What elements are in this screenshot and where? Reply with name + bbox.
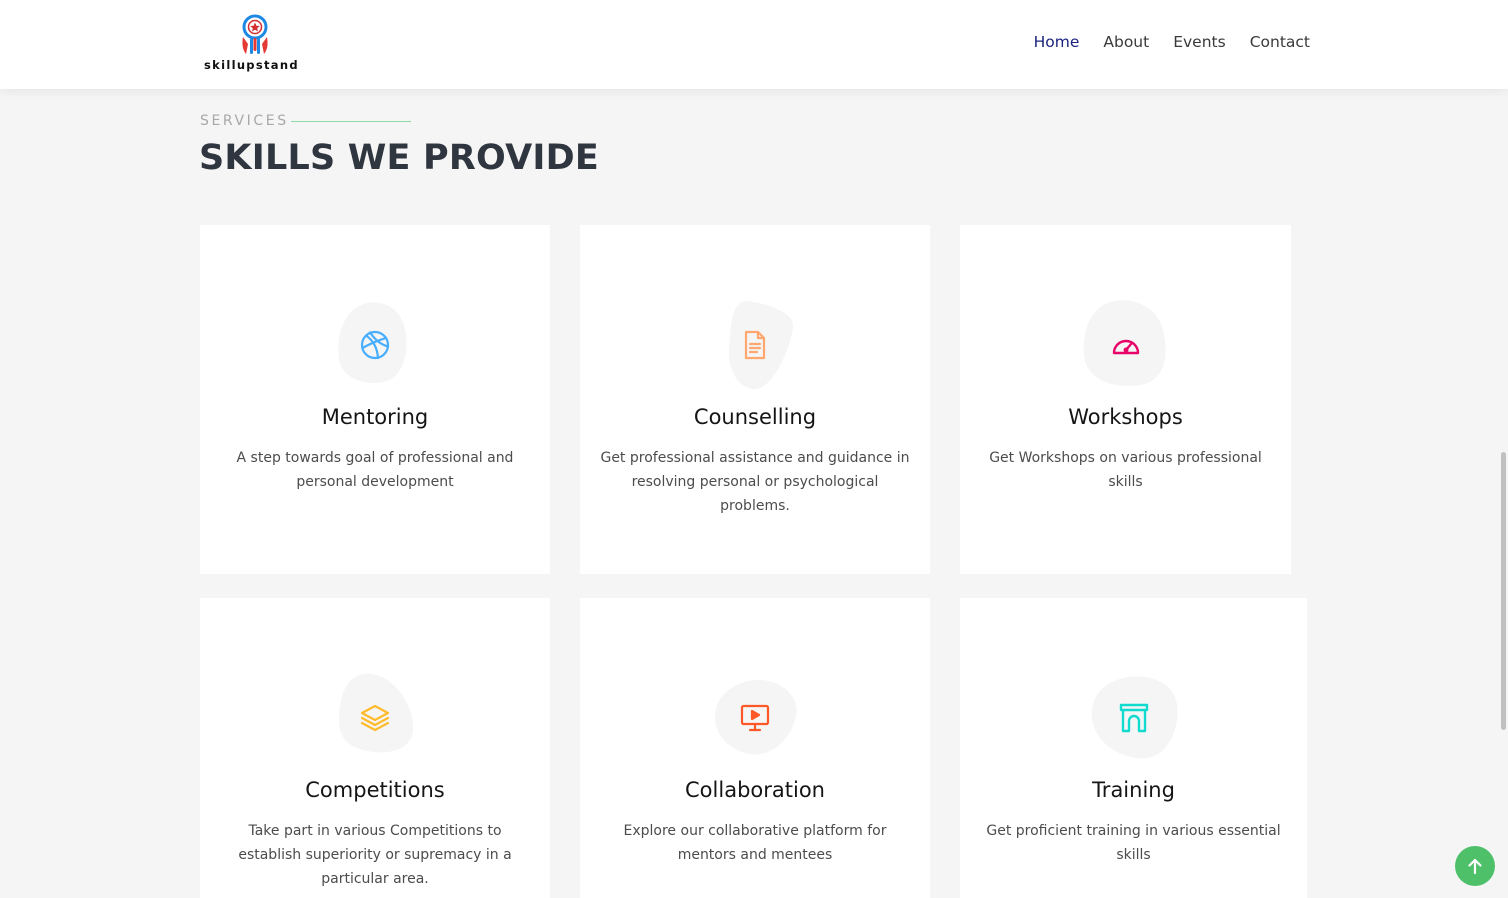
card-description: Get proficient training in various essen… [986, 823, 1281, 863]
service-card-workshops[interactable]: Workshops Get Workshops on various profe… [960, 225, 1291, 574]
nav-home[interactable]: Home [1034, 33, 1080, 51]
rocket-logo-icon [242, 14, 268, 54]
page-scrollbar[interactable] [1500, 0, 1508, 890]
icon-wrap [327, 297, 423, 393]
main-nav: Home About Events Contact [1010, 33, 1310, 51]
nav-contact[interactable]: Contact [1250, 33, 1310, 51]
card-title: Competitions [305, 778, 445, 802]
presentation-icon [740, 704, 770, 732]
icon-wrap [327, 670, 423, 766]
card-description: Get Workshops on various professional sk… [989, 450, 1262, 490]
card-title: Mentoring [321, 405, 429, 429]
layers-icon [360, 704, 390, 732]
card-title: Workshops [1068, 405, 1183, 429]
card-title: Training [1092, 778, 1175, 802]
card-description: A step towards goal of professional and … [236, 450, 514, 490]
arrow-up-icon [1468, 858, 1482, 875]
card-description: Explore our collaborative platform for m… [623, 823, 887, 863]
icon-wrap [1086, 670, 1182, 766]
card-description: Take part in various Competitions to est… [238, 823, 512, 887]
service-card-counselling[interactable]: Counselling Get professional assistance … [580, 225, 930, 574]
logo-text: skillupstand [204, 58, 299, 72]
back-to-top-button[interactable] [1455, 846, 1495, 886]
scrollbar-thumb[interactable] [1501, 452, 1506, 730]
card-description: Get professional assistance and guidance… [600, 450, 910, 514]
speedometer-icon [1112, 339, 1139, 355]
arch-icon [1119, 703, 1148, 733]
service-card-training[interactable]: Training Get proficient training in vari… [960, 598, 1307, 898]
site-logo[interactable]: skillupstand [203, 14, 307, 74]
basketball-icon [360, 330, 390, 360]
section-title: SKILLS WE PROVIDE [199, 138, 599, 178]
nav-about[interactable]: About [1103, 33, 1149, 51]
nav-events[interactable]: Events [1173, 33, 1225, 51]
document-icon [744, 330, 766, 360]
site-header: skillupstand Home About Events Contact [0, 0, 1508, 89]
service-card-competitions[interactable]: Competitions Take part in various Compet… [200, 598, 550, 898]
icon-wrap [707, 297, 803, 393]
icon-wrap [1078, 297, 1174, 393]
section-tag: SERVICES [200, 113, 289, 129]
section-tag-line [291, 121, 411, 122]
card-title: Collaboration [685, 778, 825, 802]
service-card-mentoring[interactable]: Mentoring A step towards goal of profess… [200, 225, 550, 574]
service-card-collaboration[interactable]: Collaboration Explore our collaborative … [580, 598, 930, 898]
icon-wrap [707, 670, 803, 766]
card-title: Counselling [693, 405, 817, 429]
